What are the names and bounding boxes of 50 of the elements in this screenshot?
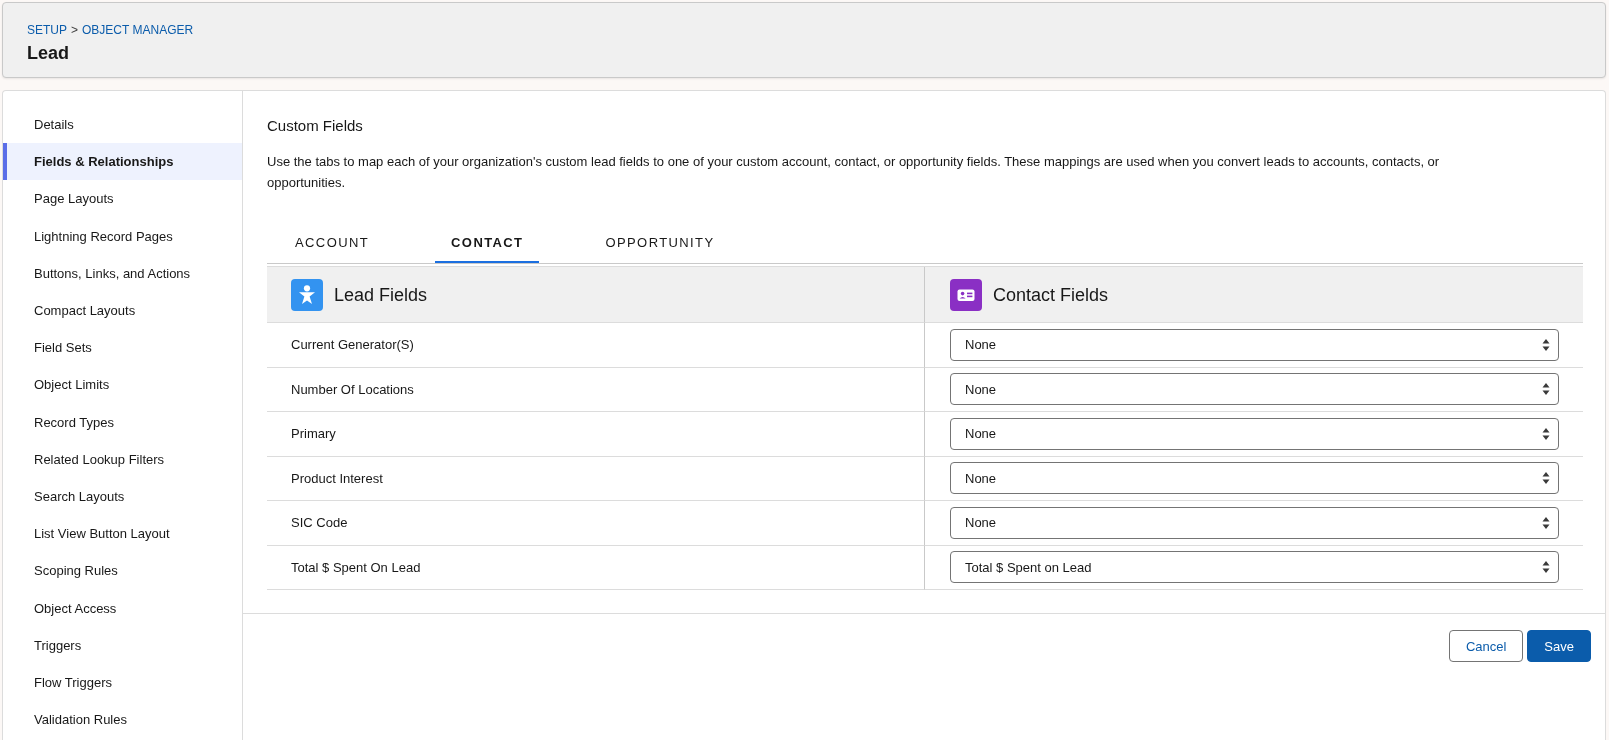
sidebar-item[interactable]: Field Sets: [3, 329, 242, 367]
contact-card-icon: [950, 278, 982, 311]
sidebar-item[interactable]: Validation Rules: [3, 701, 242, 739]
sidebar-item[interactable]: Triggers: [3, 626, 242, 664]
save-button[interactable]: Save: [1527, 630, 1591, 662]
up-down-arrows-icon: [1542, 337, 1550, 352]
up-down-arrows-icon: [1542, 515, 1550, 530]
sidebar-item[interactable]: Fields & Relationships: [3, 143, 242, 181]
table-cell: Total $ Spent On Lead: [267, 545, 924, 590]
select-field[interactable]: None: [950, 373, 1559, 406]
up-down-arrows-icon: [1542, 560, 1550, 575]
person-icon: [291, 278, 323, 311]
table-cell: Product Interest: [267, 456, 924, 501]
column-title: Lead Fields: [334, 283, 428, 307]
sidebar-item[interactable]: Flow Triggers: [3, 663, 242, 701]
table-cell: SIC Code: [267, 501, 924, 546]
select-field[interactable]: None: [950, 328, 1559, 361]
cancel-button[interactable]: Cancel: [1448, 630, 1524, 662]
sidebar-item[interactable]: Compact Layouts: [3, 291, 242, 330]
page-title: Lead: [27, 42, 70, 65]
select-field[interactable]: None: [950, 417, 1559, 450]
sidebar-item[interactable]: List View Button Layout: [3, 515, 242, 553]
section-title: Custom Fields: [267, 116, 364, 136]
sidebar-item[interactable]: Details: [3, 106, 242, 144]
sidebar-item[interactable]: Object Limits: [3, 366, 242, 404]
table-cell: Number Of Locations: [267, 367, 924, 412]
sidebar-item[interactable]: Related Lookup Filters: [3, 440, 242, 478]
table-cell: Primary: [267, 412, 924, 457]
select-field[interactable]: None: [950, 506, 1559, 539]
table-cell: Current Generator(S): [267, 323, 924, 368]
sidebar-item[interactable]: Buttons, Links, and Actions: [3, 254, 242, 292]
up-down-arrows-icon: [1542, 426, 1550, 441]
select-field[interactable]: None: [950, 462, 1559, 495]
tab[interactable]: OPPORTUNITY: [589, 225, 731, 263]
tab[interactable]: ACCOUNT: [279, 225, 386, 263]
breadcrumb-link[interactable]: OBJECT MANAGER: [82, 22, 194, 38]
sidebar-item[interactable]: Lightning Record Pages: [3, 217, 242, 255]
breadcrumb-link[interactable]: SETUP: [27, 22, 67, 38]
sidebar-item[interactable]: Search Layouts: [3, 477, 242, 516]
up-down-arrows-icon: [1542, 471, 1550, 486]
sidebar-item[interactable]: Object Access: [3, 589, 242, 627]
sidebar-item[interactable]: Scoping Rules: [3, 552, 242, 590]
tab[interactable]: CONTACT: [435, 225, 540, 263]
sidebar-item[interactable]: Record Types: [3, 403, 242, 441]
breadcrumb-separator: >: [71, 22, 79, 38]
select-field[interactable]: Total $ Spent on Lead: [950, 551, 1559, 584]
column-title: Contact Fields: [993, 283, 1109, 307]
up-down-arrows-icon: [1542, 382, 1550, 397]
sidebar-item[interactable]: Page Layouts: [3, 180, 242, 218]
section-description: Use the tabs to map each of your organization's custom lead fields to one of your custom account, contact, or opportunity fields. These mappings are used when you convert leads to accounts, contacts, or opportunities.: [267, 153, 1441, 192]
